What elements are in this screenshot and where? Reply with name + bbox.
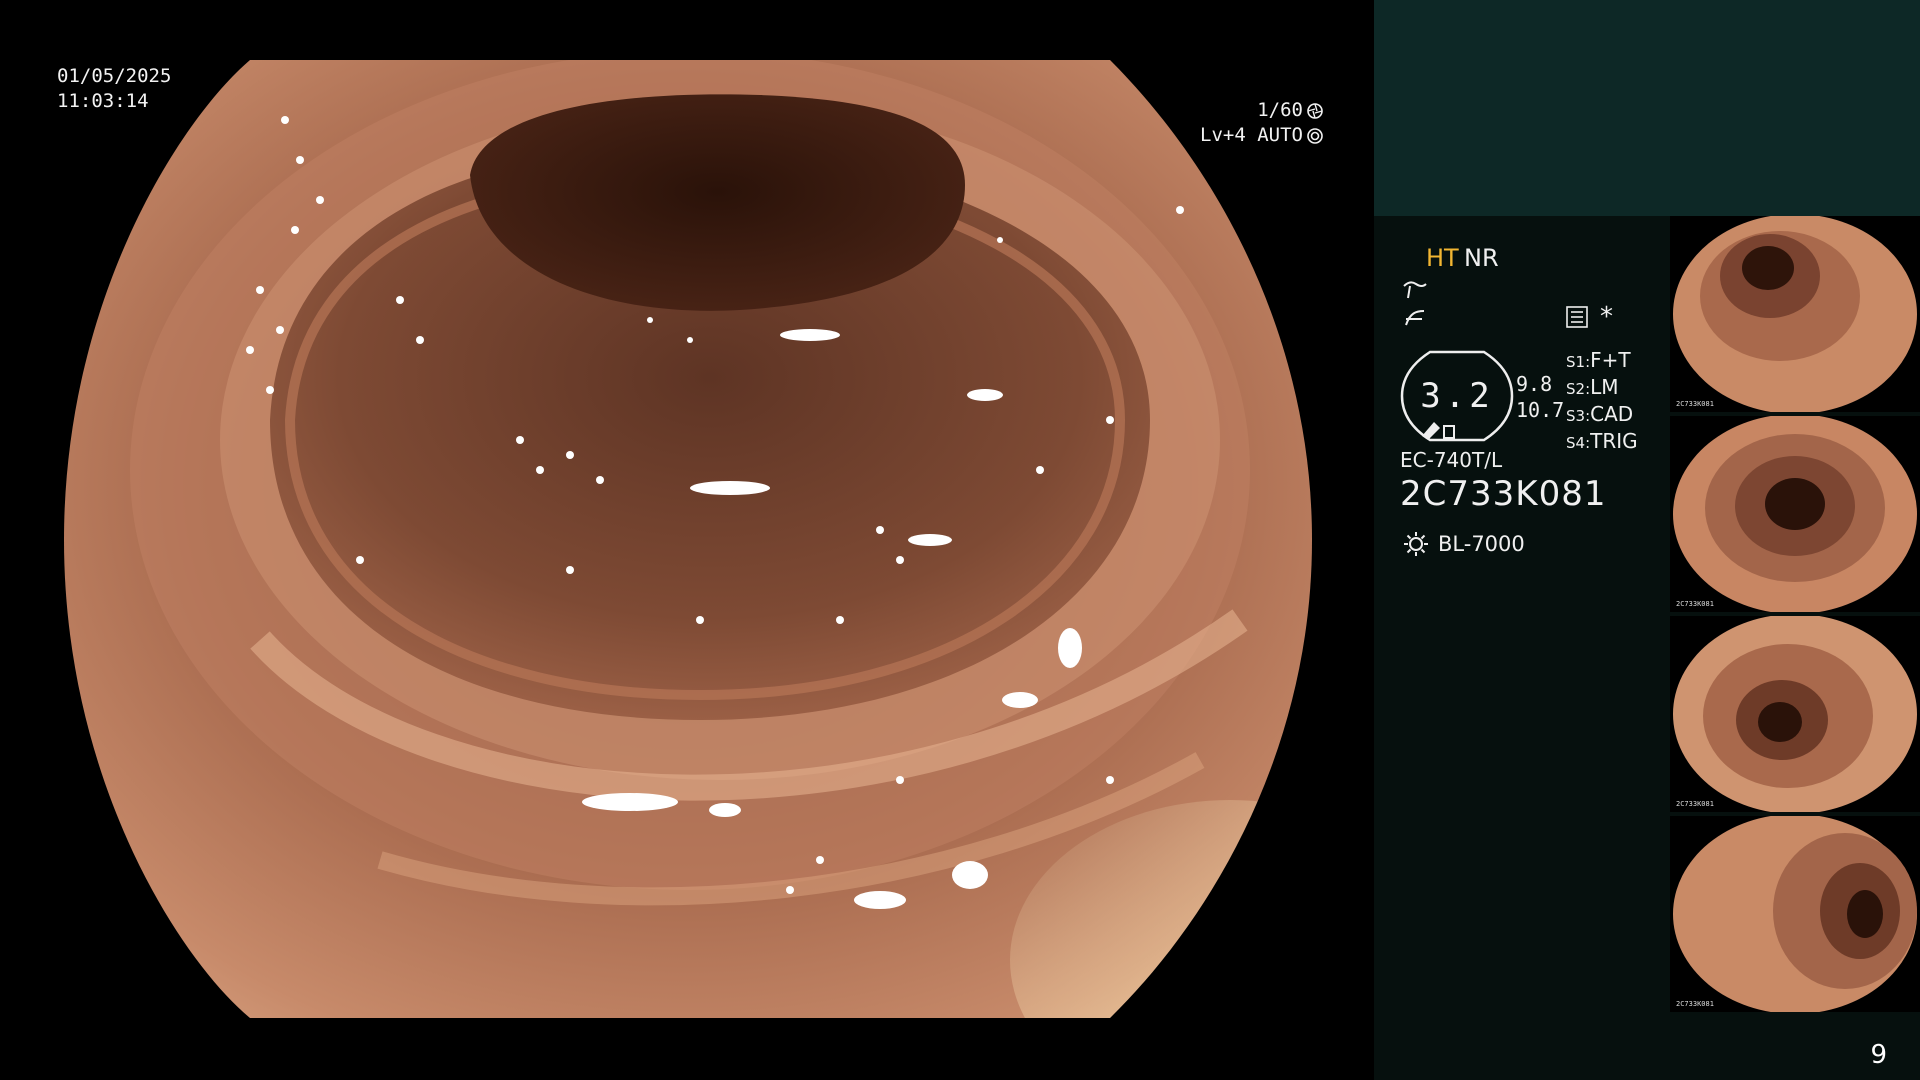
thumbnail-image [1670,216,1920,412]
captured-thumbnail[interactable]: 2C733K081 [1670,416,1920,612]
thumbnail-caption: 2C733K081 [1676,600,1714,608]
thumbnail-image [1670,616,1920,812]
panel-header-area [1374,0,1920,216]
setting-row: S1:F+T [1566,348,1631,372]
ht-mode-label: HT [1426,244,1459,272]
zoom-gauge: 3.2 [1400,350,1514,446]
colon-lumen-image [64,60,1312,1018]
thumbnail-caption: 2C733K081 [1676,400,1714,408]
scope-serial-text: 2C733K081 [1400,474,1607,514]
gauge-value: 3.2 [1420,376,1494,416]
switch-settings-list: S1:F+T S2:LM S3:CAD S4:TRIG [1566,348,1638,456]
thumbnail-caption: 2C733K081 [1676,1000,1714,1008]
gauge-reading-b: 10.7 [1516,398,1565,422]
thumbnail-image [1670,816,1920,1012]
captured-thumbnail[interactable]: 2C733K081 [1670,816,1920,1012]
star-marker: * [1600,302,1613,332]
captured-thumbnail[interactable]: 2C733K081 [1670,216,1920,412]
endoscopic-view: 01/05/2025 11:03:14 1/60 Lv+4 AUTO [0,0,1374,1080]
exposure-overlay: 1/60 Lv+4 AUTO [1200,98,1324,148]
time-text: 11:03:14 [57,90,149,112]
enhancement-curve-icon [1403,281,1427,299]
aperture-icon [1307,102,1323,119]
captured-thumbnail[interactable]: 2C733K081 [1670,616,1920,812]
thumbnail-caption: 2C733K081 [1676,800,1714,808]
setting-row: S4:TRIG [1566,429,1638,453]
auto-iris-icon [1307,127,1323,144]
date-text: 01/05/2025 [57,65,172,87]
nr-mode-label: NR [1464,244,1499,272]
thumbnail-image [1670,416,1920,612]
light-source-row: BL-7000 [1402,530,1525,558]
shutter-speed-text: 1/60 [1257,99,1303,121]
structure-grid-icon [1566,306,1588,328]
color-tone-icon [1405,310,1425,326]
scope-model-text: EC-740T/L [1400,448,1503,472]
setting-row: S3:CAD [1566,402,1634,426]
page-number: 9 [1870,1040,1887,1070]
light-source-text: BL-7000 [1438,532,1525,556]
gauge-reading-a: 9.8 [1516,372,1553,396]
brightness-level-text: Lv+4 AUTO [1200,124,1303,146]
light-bulb-icon [1404,532,1428,556]
setting-row: S2:LM [1566,375,1619,399]
datetime-overlay: 01/05/2025 11:03:14 [57,64,171,114]
